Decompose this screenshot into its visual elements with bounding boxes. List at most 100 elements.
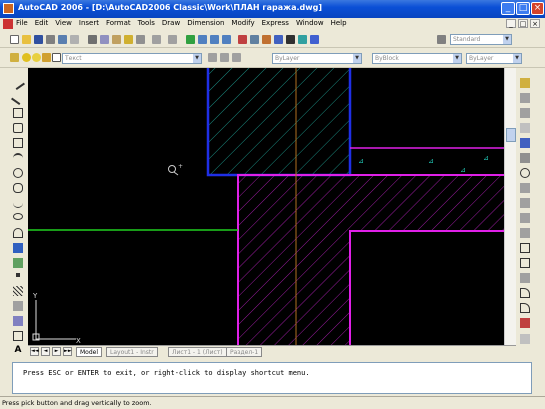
vertical-scrollbar[interactable] — [504, 68, 516, 345]
break-icon[interactable] — [520, 258, 530, 268]
line-icon[interactable] — [11, 76, 25, 90]
zoom-previous-icon[interactable] — [222, 35, 231, 44]
mirror-icon[interactable] — [520, 108, 530, 118]
arc-icon[interactable] — [13, 153, 23, 163]
doc-close-button[interactable]: × — [530, 19, 540, 28]
menu-express[interactable]: Express — [262, 19, 289, 27]
text-style-icon[interactable] — [437, 35, 446, 44]
drawing-area[interactable]: ⊿ ⊿ ⊿ ⊿ + Y X — [28, 68, 504, 345]
first-tab-button[interactable]: ◄◄ — [30, 347, 39, 356]
copy-object-icon[interactable] — [520, 93, 530, 103]
layer-manager-icon[interactable] — [10, 53, 19, 62]
rotate-icon[interactable] — [520, 168, 530, 178]
doc-restore-button[interactable]: □ — [518, 19, 528, 28]
join-icon[interactable] — [520, 273, 530, 283]
spline-icon[interactable] — [13, 198, 23, 208]
chamfer-icon[interactable] — [520, 288, 530, 298]
quickcalc-icon[interactable] — [298, 35, 307, 44]
command-window[interactable]: Press ESC or ENTER to exit, or right-cli… — [12, 362, 532, 394]
design-center-icon[interactable] — [250, 35, 259, 44]
menu-insert[interactable]: Insert — [79, 19, 99, 27]
autocad-app-icon[interactable] — [3, 3, 14, 14]
paste-icon[interactable] — [112, 35, 121, 44]
zoom-window-icon[interactable] — [210, 35, 219, 44]
make-current-icon[interactable] — [208, 53, 217, 62]
rectangle-icon[interactable] — [13, 138, 23, 148]
lineweight-dropdown[interactable]: ByLayer ▼ — [466, 53, 522, 64]
point-icon[interactable] — [16, 273, 20, 277]
copy-icon[interactable] — [100, 35, 109, 44]
save-icon[interactable] — [34, 35, 43, 44]
layer-dropdown[interactable]: Тексt ▼ — [62, 53, 202, 64]
help-icon[interactable] — [310, 35, 319, 44]
multiline-text-icon[interactable]: A — [13, 345, 23, 355]
plot-preview-icon[interactable] — [58, 35, 67, 44]
next-tab-button[interactable]: ► — [52, 347, 61, 356]
close-button[interactable]: × — [531, 2, 544, 15]
color-dropdown[interactable]: ByLayer ▼ — [272, 53, 362, 64]
move-icon[interactable] — [520, 153, 530, 163]
tool-palettes-icon[interactable] — [262, 35, 271, 44]
offset-icon[interactable] — [520, 123, 530, 133]
properties-icon[interactable] — [238, 35, 247, 44]
menu-tools[interactable]: Tools — [138, 19, 155, 27]
new-icon[interactable] — [10, 35, 19, 44]
menu-help[interactable]: Help — [331, 19, 347, 27]
polygon-icon[interactable] — [13, 123, 23, 133]
open-icon[interactable] — [22, 35, 31, 44]
redo-icon[interactable] — [168, 35, 177, 44]
scale-icon[interactable] — [520, 183, 530, 193]
trim-icon[interactable] — [520, 213, 530, 223]
prev-tab-button[interactable]: ◄ — [41, 347, 50, 356]
circle-icon[interactable] — [13, 168, 23, 178]
stretch-icon[interactable] — [520, 198, 530, 208]
make-block-icon[interactable] — [13, 258, 23, 268]
menu-format[interactable]: Format — [106, 19, 131, 27]
layer-state-icon[interactable] — [232, 53, 241, 62]
menu-view[interactable]: View — [55, 19, 72, 27]
menu-edit[interactable]: Edit — [35, 19, 49, 27]
text-style-dropdown[interactable]: Standard ▼ — [450, 34, 512, 45]
construction-line-icon[interactable] — [11, 91, 25, 105]
gradient-icon[interactable] — [13, 301, 23, 311]
tab-layout1[interactable]: Layout1 - Instr — [106, 347, 158, 357]
hatch-icon[interactable] — [13, 286, 23, 296]
insert-block-icon[interactable] — [13, 243, 23, 253]
cut-icon[interactable] — [88, 35, 97, 44]
polyline-icon[interactable] — [13, 108, 23, 118]
maximize-button[interactable]: □ — [516, 2, 530, 15]
markup-icon[interactable] — [286, 35, 295, 44]
publish-icon[interactable] — [70, 35, 79, 44]
extend-icon[interactable] — [520, 228, 530, 238]
blue-wall[interactable] — [206, 68, 352, 177]
tab-layout3[interactable]: Раздел-1 — [226, 347, 263, 357]
tab-model[interactable]: Model — [76, 347, 103, 357]
ellipse-icon[interactable] — [13, 213, 23, 220]
linetype-dropdown[interactable]: ByBlock ▼ — [372, 53, 462, 64]
magenta-wall[interactable] — [237, 147, 504, 345]
fillet-icon[interactable] — [520, 303, 530, 313]
menu-window[interactable]: Window — [296, 19, 324, 27]
menu-modify[interactable]: Modify — [231, 19, 254, 27]
document-icon[interactable] — [3, 19, 13, 29]
minimize-button[interactable]: _ — [501, 2, 515, 15]
revision-cloud-icon[interactable] — [13, 183, 23, 193]
region-icon[interactable] — [13, 316, 23, 326]
break-at-point-icon[interactable] — [520, 243, 530, 253]
table-icon[interactable] — [13, 331, 23, 341]
tab-layout2[interactable]: Лист1 - 1 (Лист) — [168, 347, 227, 357]
draworder-icon[interactable] — [520, 334, 530, 344]
print-icon[interactable] — [46, 35, 55, 44]
array-icon[interactable] — [520, 138, 530, 148]
block-editor-icon[interactable] — [136, 35, 145, 44]
last-tab-button[interactable]: ►► — [63, 347, 72, 356]
menu-draw[interactable]: Draw — [162, 19, 180, 27]
ellipse-arc-icon[interactable] — [13, 228, 23, 238]
pan-icon[interactable] — [186, 35, 195, 44]
zoom-realtime-icon[interactable] — [198, 35, 207, 44]
match-properties-icon[interactable] — [124, 35, 133, 44]
layer-previous-icon[interactable] — [220, 53, 229, 62]
explode-icon[interactable] — [520, 318, 530, 328]
menu-file[interactable]: File — [16, 19, 28, 27]
erase-icon[interactable] — [520, 78, 530, 88]
